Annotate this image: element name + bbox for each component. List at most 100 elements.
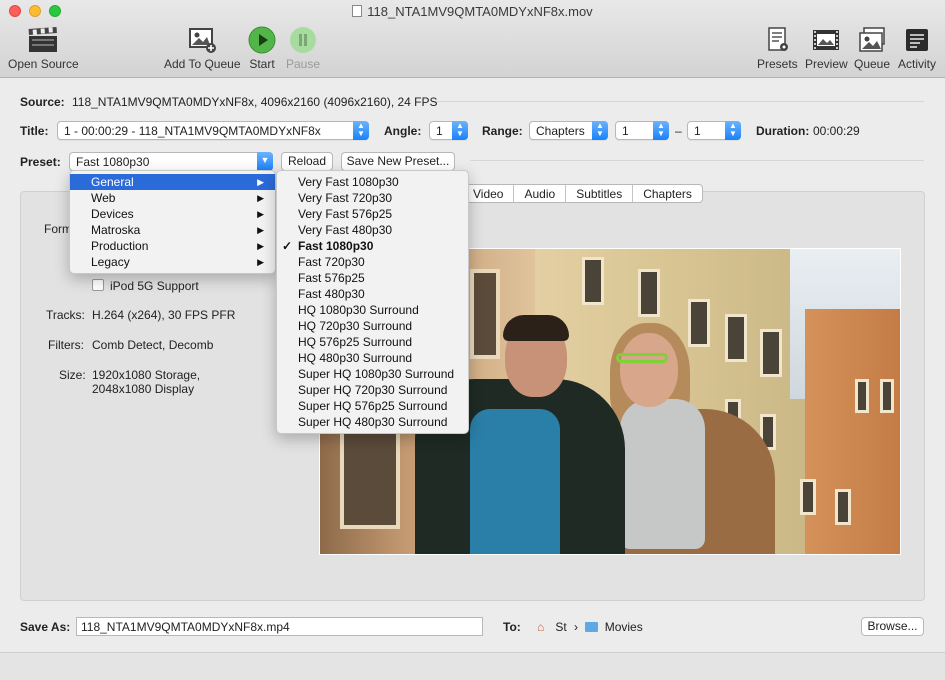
- range-start-popup[interactable]: 1 ▲ ▼: [615, 121, 669, 140]
- home-icon: ⌂: [537, 620, 545, 634]
- pause-label: Pause: [286, 57, 321, 71]
- path-separator: ›: [574, 620, 579, 634]
- preset-popup[interactable]: Fast 1080p30 ▼: [69, 152, 273, 171]
- open-source-label: Open Source: [8, 57, 79, 71]
- menu-item-label: Fast 1080p30: [298, 239, 374, 253]
- popup-arrows-icon: ▲ ▼: [353, 121, 369, 140]
- preset-fast-576p25[interactable]: Fast 576p25: [277, 270, 468, 286]
- title-popup[interactable]: 1 - 00:00:29 - 118_NTA1MV9QMTA0MDYxNF8x …: [57, 121, 369, 140]
- queue-label: Queue: [854, 57, 891, 71]
- pause-icon: [290, 27, 317, 53]
- pause-button[interactable]: Pause: [286, 26, 320, 71]
- preset-fast-720p30[interactable]: Fast 720p30: [277, 254, 468, 270]
- title-label: Title:: [20, 124, 49, 138]
- menu-item-devices[interactable]: Devices ▶: [70, 206, 275, 222]
- preset-very-fast-480p30[interactable]: Very Fast 480p30: [277, 222, 468, 238]
- checkmark-icon: ✓: [282, 239, 293, 253]
- popup-arrows-icon: ▲ ▼: [725, 121, 741, 140]
- preset-hq-480p30-surround[interactable]: HQ 480p30 Surround: [277, 350, 468, 366]
- open-source-button[interactable]: Open Source: [8, 26, 79, 71]
- queue-icon: [859, 27, 885, 52]
- preset-label: Preset:: [20, 155, 61, 169]
- preview-button[interactable]: Preview: [805, 26, 848, 71]
- save-new-preset-button[interactable]: Save New Preset...: [341, 152, 455, 171]
- path-folder-label: Movies: [604, 620, 643, 634]
- source-label: Source:: [20, 95, 65, 109]
- preset-very-fast-1080p30[interactable]: Very Fast 1080p30: [277, 174, 468, 190]
- range-label: Range:: [482, 124, 523, 138]
- menu-item-matroska[interactable]: Matroska ▶: [70, 222, 275, 238]
- range-dash: –: [675, 124, 682, 138]
- menu-item-label: Legacy: [91, 255, 130, 269]
- preset-very-fast-720p30[interactable]: Very Fast 720p30: [277, 190, 468, 206]
- browse-button[interactable]: Browse...: [861, 617, 924, 636]
- submenu-arrow-icon: ▶: [257, 241, 264, 251]
- queue-button[interactable]: Queue: [854, 26, 890, 71]
- angle-label: Angle:: [384, 124, 422, 138]
- preset-super-hq-720p30-surround[interactable]: Super HQ 720p30 Surround: [277, 382, 468, 398]
- add-to-queue-button[interactable]: Add To Queue: [164, 26, 241, 71]
- preview-man-hair: [503, 315, 569, 341]
- tab-video[interactable]: Video: [463, 185, 515, 202]
- preset-hq-720p30-surround[interactable]: HQ 720p30 Surround: [277, 318, 468, 334]
- preview-woman-head: [620, 333, 678, 407]
- tab-subtitles[interactable]: Subtitles: [566, 185, 634, 202]
- submenu-arrow-icon: ▶: [257, 257, 264, 267]
- preset-hq-576p25-surround[interactable]: HQ 576p25 Surround: [277, 334, 468, 350]
- menu-item-web[interactable]: Web ▶: [70, 190, 275, 206]
- tracks-label: Tracks:: [46, 308, 85, 322]
- preset-popup-value: Fast 1080p30: [76, 155, 150, 169]
- preset-super-hq-1080p30-surround[interactable]: Super HQ 1080p30 Surround: [277, 366, 468, 382]
- presets-button[interactable]: Presets: [757, 26, 798, 71]
- preview-window: [470, 269, 500, 359]
- clapperboard-icon: [28, 27, 58, 52]
- tracks-value: H.264 (x264), 30 FPS PFR: [92, 308, 236, 322]
- menu-item-general[interactable]: General ▶: [70, 174, 275, 190]
- preview-window: [688, 299, 710, 347]
- preset-super-hq-480p30-surround[interactable]: Super HQ 480p30 Surround: [277, 414, 468, 430]
- submenu-arrow-icon: ▶: [257, 209, 264, 219]
- save-as-field[interactable]: 118_NTA1MV9QMTA0MDYxNF8x.mp4: [76, 617, 483, 636]
- preset-fast-1080p30[interactable]: ✓ Fast 1080p30: [277, 238, 468, 254]
- activity-label: Activity: [898, 57, 937, 71]
- menu-item-label: Devices: [91, 207, 134, 221]
- presets-label: Presets: [757, 57, 798, 71]
- preview-window: [760, 329, 782, 377]
- range-end-popup[interactable]: 1 ▲ ▼: [687, 121, 741, 140]
- submenu-arrow-icon: ▶: [257, 193, 264, 203]
- angle-popup[interactable]: 1 ▲ ▼: [429, 121, 468, 140]
- preview-man-sweater: [470, 409, 560, 554]
- add-to-queue-label: Add To Queue: [164, 57, 241, 71]
- menu-item-label: General: [91, 175, 134, 189]
- activity-log-icon: [906, 29, 928, 51]
- preview-building-right: [805, 309, 900, 554]
- reload-button[interactable]: Reload: [281, 152, 333, 171]
- start-button[interactable]: Start: [248, 26, 276, 71]
- popup-arrows-icon: ▲ ▼: [592, 121, 608, 140]
- activity-button[interactable]: Activity: [898, 26, 936, 71]
- save-as-label: Save As:: [20, 620, 71, 634]
- ipod-5g-checkbox[interactable]: [92, 279, 104, 291]
- preview-window: [855, 379, 869, 413]
- preview-glasses: [616, 353, 668, 363]
- preview-window: [835, 489, 851, 525]
- range-mode-popup[interactable]: Chapters ▲ ▼: [529, 121, 608, 140]
- menu-item-label: Matroska: [91, 223, 141, 237]
- destination-path[interactable]: ⌂ St › Movies: [537, 620, 643, 634]
- preset-fast-480p30[interactable]: Fast 480p30: [277, 286, 468, 302]
- preset-very-fast-576p25[interactable]: Very Fast 576p25: [277, 206, 468, 222]
- add-to-queue-icon: [189, 28, 217, 53]
- duration-value: 00:00:29: [813, 124, 860, 138]
- menu-item-production[interactable]: Production ▶: [70, 238, 275, 254]
- preset-super-hq-576p25-surround[interactable]: Super HQ 576p25 Surround: [277, 398, 468, 414]
- size-storage: 1920x1080 Storage,: [92, 368, 201, 382]
- menu-item-legacy[interactable]: Legacy ▶: [70, 254, 275, 270]
- preset-hq-1080p30-surround[interactable]: HQ 1080p30 Surround: [277, 302, 468, 318]
- angle-popup-value: 1: [436, 124, 443, 138]
- tab-audio[interactable]: Audio: [514, 185, 567, 202]
- popup-arrows-icon: ▲ ▼: [452, 121, 468, 140]
- filters-label: Filters:: [48, 338, 84, 352]
- tab-chapters[interactable]: Chapters: [633, 185, 702, 202]
- preset-separator: [470, 160, 924, 161]
- menu-item-label: Web: [91, 191, 116, 205]
